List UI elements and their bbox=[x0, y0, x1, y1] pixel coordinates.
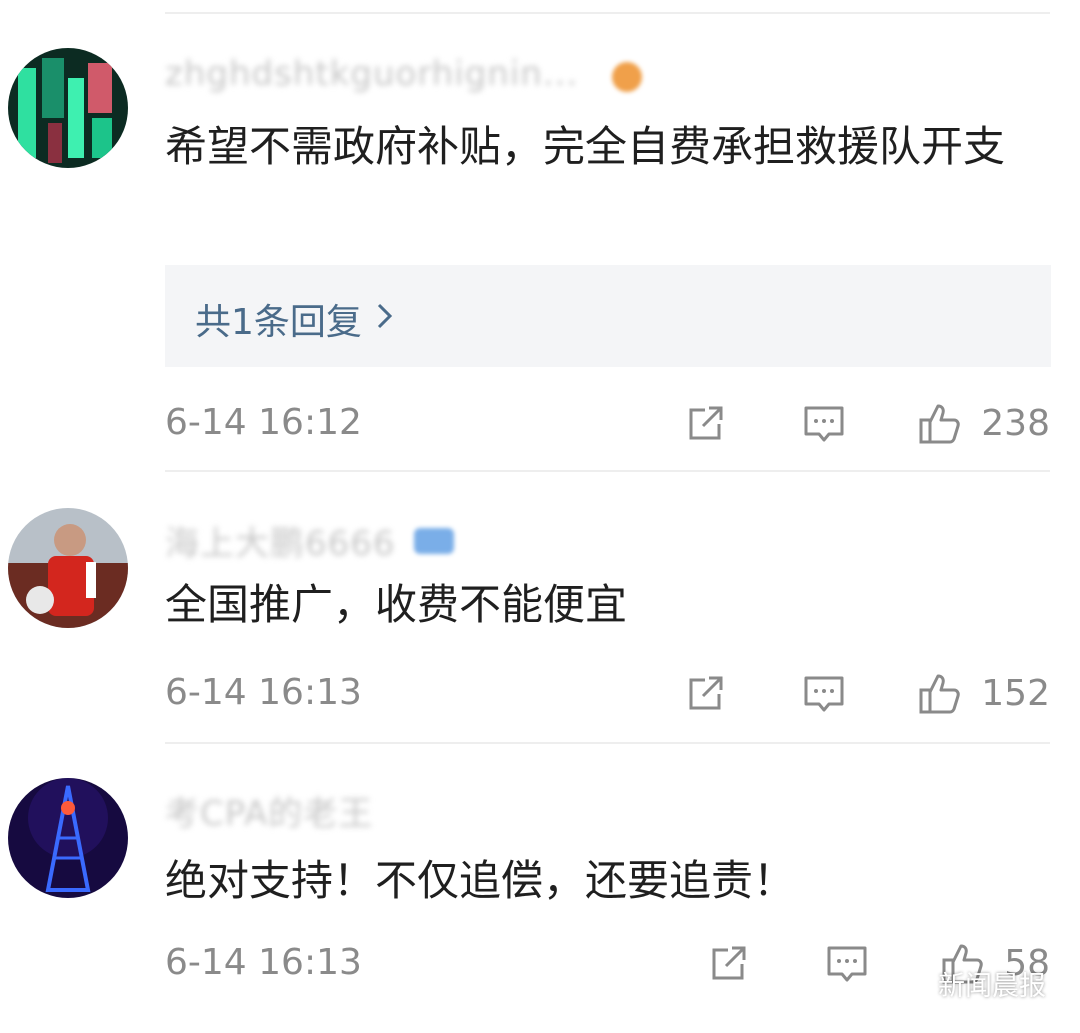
wechat-icon bbox=[896, 965, 930, 1002]
comment-text: 希望不需政府补贴，完全自费承担救援队开支 bbox=[165, 122, 1006, 171]
username[interactable]: zhghdshtkguorhignin... bbox=[165, 54, 578, 94]
timestamp: 6-14 16:13 bbox=[165, 672, 362, 713]
avatar[interactable] bbox=[8, 778, 128, 898]
username[interactable]: 考CPA的老王 bbox=[165, 786, 373, 835]
comment-item: 海上大鹏6666 全国推广，收费不能便宜 6-14 16:13 152 bbox=[0, 470, 1080, 740]
share-icon[interactable] bbox=[683, 400, 729, 446]
chevron-right-icon bbox=[376, 299, 394, 340]
thumbs-up-icon[interactable] bbox=[917, 400, 963, 446]
username[interactable]: 海上大鹏6666 bbox=[165, 516, 396, 565]
reply-count-label: 共1条回复 bbox=[195, 302, 362, 343]
like-count: 152 bbox=[981, 672, 1050, 714]
timestamp: 6-14 16:13 bbox=[165, 942, 362, 983]
reply-box[interactable]: 共1条回复 bbox=[165, 265, 1051, 367]
comment-icon[interactable] bbox=[801, 400, 847, 446]
share-icon[interactable] bbox=[706, 940, 752, 986]
avatar[interactable] bbox=[8, 508, 128, 628]
comment-item: zhghdshtkguorhignin... 希望不需政府补贴，完全自费承担救援… bbox=[0, 0, 1080, 470]
timestamp: 6-14 16:12 bbox=[165, 402, 362, 443]
action-bar: 238 bbox=[683, 398, 1050, 448]
like-count: 238 bbox=[981, 402, 1050, 444]
watermark: 新闻晨报 bbox=[896, 964, 1046, 1003]
action-bar: 152 bbox=[683, 668, 1050, 718]
comment-meta: 6-14 16:13 152 bbox=[165, 668, 1050, 718]
comment-text: 绝对支持！不仅追偿，还要追责！ bbox=[165, 856, 796, 905]
thumbs-up-icon[interactable] bbox=[917, 670, 963, 716]
share-icon[interactable] bbox=[683, 670, 729, 716]
vip-badge-icon bbox=[612, 62, 642, 92]
comment-icon[interactable] bbox=[824, 940, 870, 986]
member-badge-icon bbox=[414, 528, 454, 554]
avatar[interactable] bbox=[8, 48, 128, 168]
comment-text: 全国推广，收费不能便宜 bbox=[165, 580, 628, 629]
reply-link[interactable]: 共1条回复 bbox=[195, 293, 394, 345]
comment-meta: 6-14 16:12 238 bbox=[165, 398, 1050, 448]
watermark-label: 新闻晨报 bbox=[938, 971, 1046, 1002]
comment-icon[interactable] bbox=[801, 670, 847, 716]
